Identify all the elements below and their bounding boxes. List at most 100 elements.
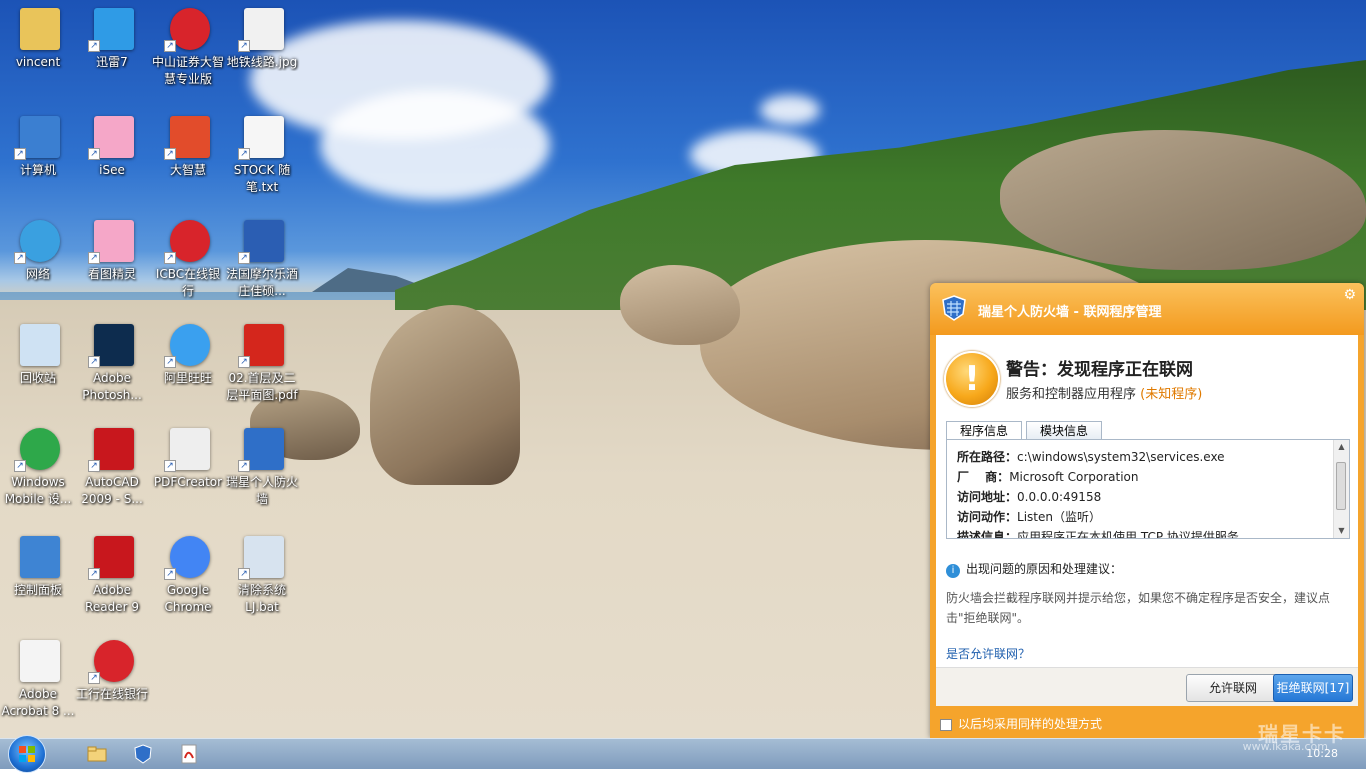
desktop-icon-label: 工行在线银行 [75, 687, 148, 701]
desktop-icon[interactable]: ↗ 瑞星个人防火墙 [224, 420, 300, 508]
shortcut-arrow-icon: ↗ [238, 148, 250, 160]
icon-shape [170, 428, 210, 470]
rising-firewall-icon: ↗ [238, 424, 286, 472]
desktop-icon[interactable]: Adobe Acrobat 8 ... [0, 632, 76, 720]
desktop-icon-label: 法国摩尔乐酒庄佳硕... [225, 267, 298, 298]
desktop-icon[interactable]: vincent [0, 0, 76, 71]
stock-app-icon: ↗ [164, 4, 212, 52]
desktop-icon-label: 地铁线路.jpg [226, 55, 298, 69]
firewall-popup-footer: 允许联网 拒绝联网[17] [936, 667, 1358, 706]
pdf-file-icon: ↗ [238, 320, 286, 368]
desktop-icon[interactable]: ↗ STOCK 随笔.txt [224, 108, 300, 196]
desktop-icon-label: 回收站 [19, 371, 56, 385]
icon-shape [244, 220, 284, 262]
windows-logo-icon [19, 746, 35, 762]
desktop-icon[interactable]: ↗ ICBC在线银行 [150, 212, 226, 300]
chrome-icon: ↗ [164, 532, 212, 580]
thunder-bird-icon: ↗ [88, 4, 136, 52]
desktop-icon-label: 网络 [25, 267, 50, 281]
deny-network-button[interactable]: 拒绝联网[17] [1273, 674, 1353, 702]
shortcut-arrow-icon: ↗ [164, 568, 176, 580]
info-row-path: 所在路径：c:\windows\system32\services.exe [957, 448, 1225, 465]
desktop-icon-label: Adobe Reader 9 [85, 583, 139, 614]
desktop-icon[interactable]: ↗ 地铁线路.jpg [224, 0, 300, 71]
acrobat-icon [14, 636, 62, 684]
info-key: 描述信息： [957, 530, 1018, 539]
icon-shape [94, 428, 134, 470]
info-scrollbar[interactable]: ▲ ▼ [1333, 440, 1349, 538]
rising-firewall-icon [942, 295, 966, 321]
computer-icon: ↗ [14, 112, 62, 160]
gear-icon[interactable]: ⚙ [1343, 287, 1356, 303]
pdf-icon[interactable] [178, 743, 200, 765]
shortcut-arrow-icon: ↗ [88, 672, 100, 684]
taskbar: 10:28 [0, 735, 1366, 773]
desktop-icon[interactable]: ↗ AutoCAD 2009 - S... [74, 420, 150, 508]
desktop-icon-label: 大智慧 [169, 163, 206, 177]
desktop-icon[interactable]: ↗ iSee [74, 108, 150, 179]
wallpaper-cloud [320, 90, 550, 200]
explorer-icon[interactable] [86, 743, 108, 765]
info-row-description: 描述信息：应用程序正在本机使用 TCP 协议提供服务 [957, 528, 1239, 539]
adobe-reader-icon: ↗ [88, 532, 136, 580]
allow-network-button[interactable]: 允许联网 [1186, 674, 1280, 702]
desktop-icon[interactable]: ↗ 阿里旺旺 [150, 316, 226, 387]
desktop-icon[interactable]: ↗ 大智慧 [150, 108, 226, 179]
icon-shape [244, 324, 284, 366]
info-value: c:\windows\system32\services.exe [1017, 450, 1225, 464]
shortcut-arrow-icon: ↗ [238, 40, 250, 52]
desktop-icon[interactable]: ↗ Windows Mobile 设... [0, 420, 76, 508]
icon-shape [170, 536, 210, 578]
remember-choice-checkbox[interactable]: 以后均采用同样的处理方式 [940, 715, 1102, 732]
firewall-popup-body: ! 警告：发现程序正在联网 服务和控制器应用程序 (未知程序) 程序信息 模块信… [936, 335, 1358, 685]
icon-shape [94, 536, 134, 578]
desktop-icon[interactable]: ↗ 清除系统LJ.bat [224, 528, 300, 616]
desktop-icon[interactable]: ↗ Google Chrome [150, 528, 226, 616]
desktop-icon[interactable]: ↗ PDFCreator [150, 420, 226, 491]
desktop-icon[interactable]: ↗ 02.首层及二层平面图.pdf [224, 316, 300, 404]
rising-firewall-icon[interactable] [132, 743, 154, 765]
scroll-up-icon[interactable]: ▲ [1334, 440, 1349, 454]
desktop-icon-label: Adobe Acrobat 8 ... [1, 687, 75, 718]
info-key: 所在路径： [957, 450, 1018, 464]
start-button[interactable] [8, 735, 46, 773]
tab-program-info[interactable]: 程序信息 [946, 421, 1022, 441]
desktop-icon[interactable]: ↗ Adobe Reader 9 [74, 528, 150, 616]
desktop-icon[interactable]: 回收站 [0, 316, 76, 387]
desktop-icon[interactable]: ↗ 网络 [0, 212, 76, 283]
reason-heading: i 出现问题的原因和处理建议： [946, 560, 1122, 578]
warning-title: 警告：发现程序正在联网 [1006, 360, 1193, 380]
autocad-icon: ↗ [88, 424, 136, 472]
desktop-icon[interactable]: ↗ Adobe Photosh... [74, 316, 150, 404]
scroll-down-icon[interactable]: ▼ [1334, 524, 1349, 538]
watermark-url: www.ikaka.com [1242, 740, 1328, 753]
icon-shape [170, 324, 210, 366]
info-row-address: 访问地址：0.0.0.0:49158 [957, 488, 1101, 505]
info-icon: i [946, 564, 960, 578]
recycle-bin-icon [14, 320, 62, 368]
desktop-icon[interactable]: ↗ 法国摩尔乐酒庄佳硕... [224, 212, 300, 300]
icon-shape [94, 8, 134, 50]
desktop-icon[interactable]: ↗ 计算机 [0, 108, 76, 179]
icon-shape [94, 324, 134, 366]
icon-shape [20, 536, 60, 578]
info-key: 访问动作： [957, 510, 1018, 524]
shortcut-arrow-icon: ↗ [14, 460, 26, 472]
desktop-icon[interactable]: ↗ 迅雷7 [74, 0, 150, 71]
checkbox-box[interactable] [940, 718, 952, 731]
scroll-thumb[interactable] [1336, 462, 1346, 510]
desktop-icon[interactable]: 控制面板 [0, 528, 76, 599]
desktop-icon[interactable]: ↗ 工行在线银行 [74, 632, 150, 703]
desktop-icon[interactable]: ↗ 看图精灵 [74, 212, 150, 283]
warning-icon: ! [944, 351, 1000, 407]
desktop-icon[interactable]: ↗ 中山证券大智慧专业版 [150, 0, 226, 88]
icon-shape [20, 220, 60, 262]
desktop-icon-label: 02.首层及二层平面图.pdf [226, 371, 298, 402]
tab-module-info[interactable]: 模块信息 [1026, 421, 1102, 440]
desktop-icon-label: 阿里旺旺 [163, 371, 212, 385]
info-row-action: 访问动作：Listen（监听） [957, 508, 1101, 525]
shortcut-arrow-icon: ↗ [88, 252, 100, 264]
remember-choice-label: 以后均采用同样的处理方式 [958, 717, 1103, 731]
shortcut-arrow-icon: ↗ [88, 568, 100, 580]
icon-shape [20, 8, 60, 50]
